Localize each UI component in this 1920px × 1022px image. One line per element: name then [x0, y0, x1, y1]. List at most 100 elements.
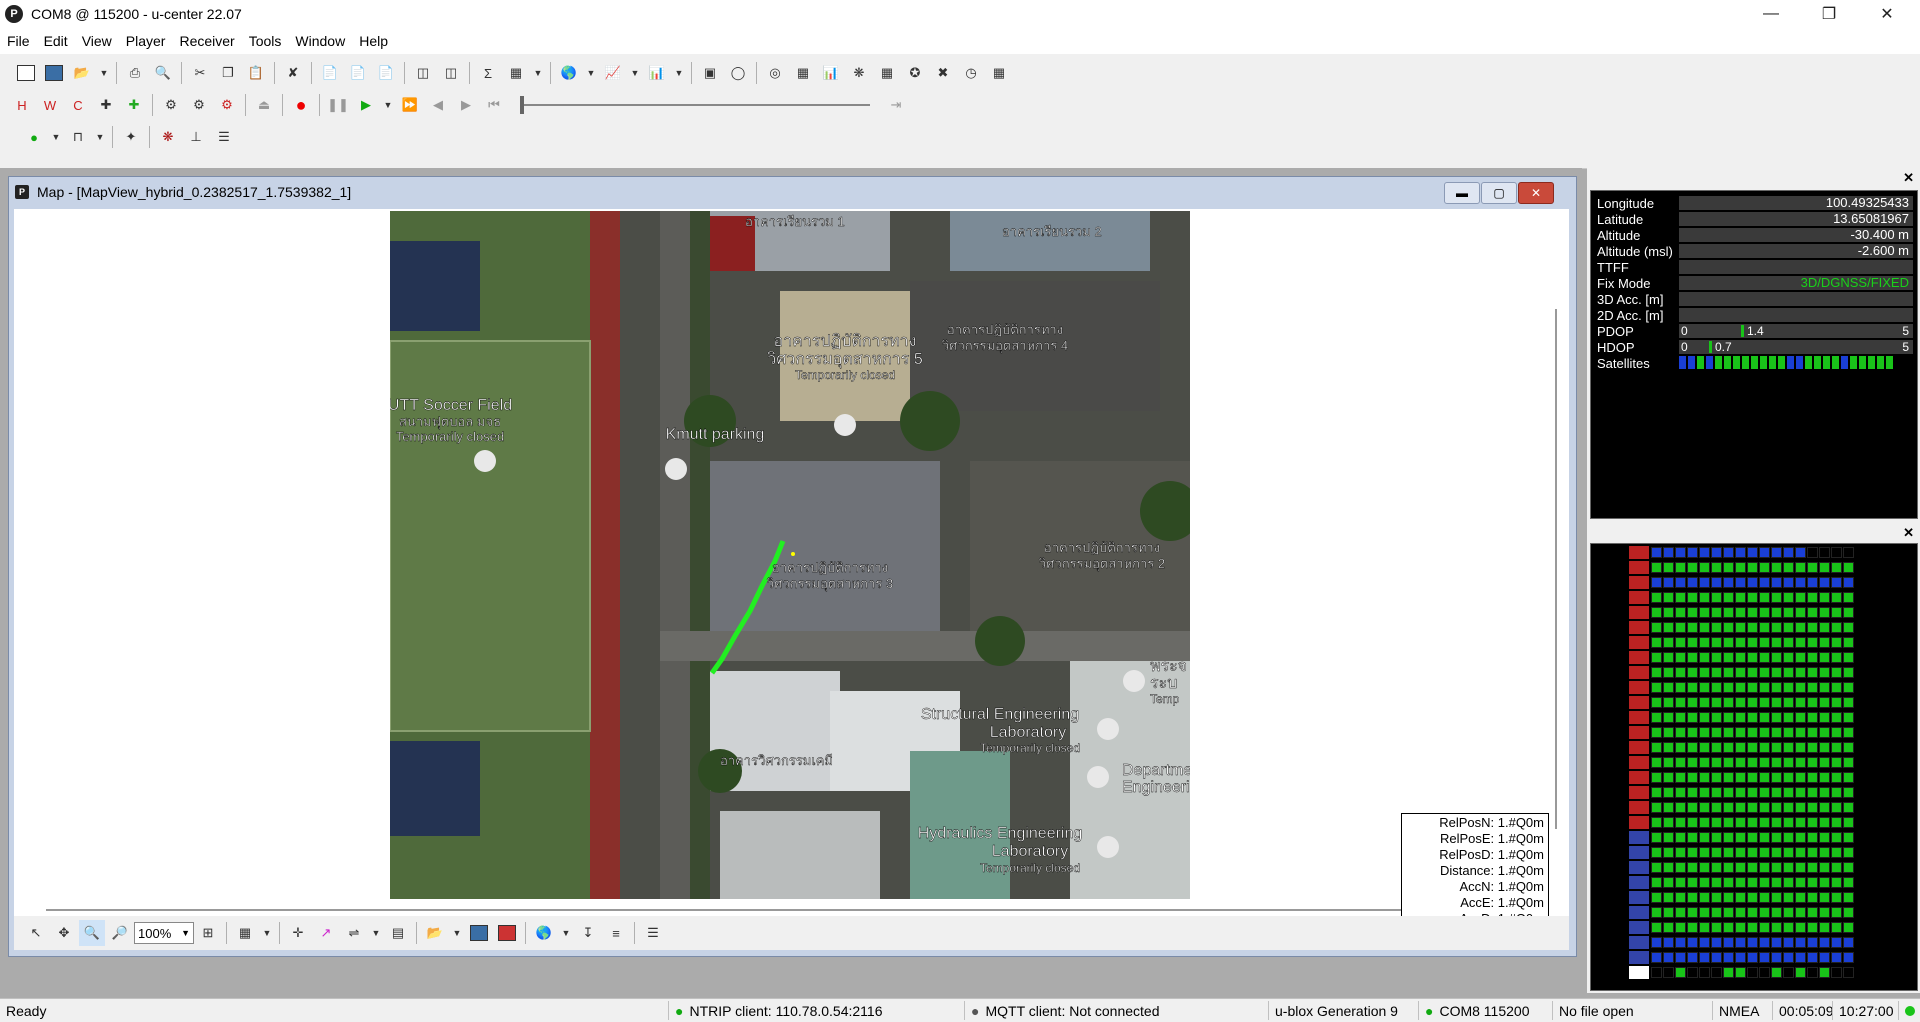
map-minimize-button[interactable]: ▬ — [1444, 182, 1480, 204]
sigma-icon[interactable]: Σ — [475, 60, 501, 86]
rewind-start-icon[interactable]: ⏮ — [481, 92, 507, 118]
map-source-icon[interactable]: 🌎 — [531, 920, 557, 946]
equalizer-icon[interactable]: ☰ — [640, 920, 666, 946]
skip-end-icon[interactable]: ⇥ — [883, 92, 909, 118]
menu-edit[interactable]: Edit — [37, 33, 75, 49]
gear-icon[interactable]: ⚙ — [214, 92, 240, 118]
map-close-button[interactable]: ✕ — [1518, 182, 1554, 204]
minimize-button[interactable]: — — [1742, 0, 1800, 28]
table-icon[interactable]: ▦ — [874, 60, 900, 86]
paste-icon[interactable]: 📋 — [243, 60, 269, 86]
antenna-icon[interactable]: ⊥ — [183, 124, 209, 150]
open-folder-icon[interactable]: 📂 — [69, 60, 95, 86]
horizontal-scrollbar[interactable] — [46, 909, 1536, 911]
poll-add-icon[interactable]: ✚ — [121, 92, 147, 118]
menu-tools[interactable]: Tools — [242, 33, 289, 49]
chevron-down-icon[interactable]: ▼ — [97, 60, 111, 86]
port-status[interactable]: ● COM8 115200 — [1418, 1001, 1550, 1020]
menu-view[interactable]: View — [75, 33, 119, 49]
chevron-down-icon[interactable]: ▼ — [672, 60, 686, 86]
auto-icon[interactable]: ↧ — [575, 920, 601, 946]
compass-icon[interactable]: ◯ — [725, 60, 751, 86]
satellite-map-image[interactable]: อาคารเรียนรวม 1 อาคารเรียนรวม 2 อาคารปฏิ… — [390, 211, 1190, 899]
star-icon[interactable]: ✪ — [902, 60, 928, 86]
cut-icon[interactable]: ✂ — [187, 60, 213, 86]
chevron-down-icon[interactable]: ▼ — [584, 60, 598, 86]
chevron-down-icon[interactable]: ▼ — [381, 92, 395, 118]
chevron-down-icon[interactable]: ▼ — [260, 920, 274, 946]
chevron-down-icon[interactable]: ▼ — [531, 60, 545, 86]
close-icon[interactable]: ✕ — [1903, 170, 1914, 186]
pause-icon[interactable]: ❚❚ — [325, 92, 351, 118]
location-pin-icon[interactable] — [474, 450, 496, 472]
vertical-scrollbar[interactable] — [1555, 309, 1557, 829]
map-view-icon[interactable]: 🌎 — [556, 60, 582, 86]
clock-icon[interactable]: ◷ — [958, 60, 984, 86]
show-icon[interactable]: ▤ — [385, 920, 411, 946]
zoom-select[interactable]: 100% ▼ — [134, 922, 194, 944]
cross-icon[interactable]: ✖ — [930, 60, 956, 86]
location-pin-icon[interactable] — [1123, 670, 1145, 692]
step-forward-icon[interactable]: ▶ — [453, 92, 479, 118]
new-file-icon[interactable] — [13, 60, 39, 86]
location-pin-icon[interactable] — [834, 414, 856, 436]
chevron-down-icon[interactable]: ▼ — [49, 124, 63, 150]
fast-forward-icon[interactable]: ⏩ — [397, 92, 423, 118]
zoom-in-icon[interactable]: 🔍 — [79, 920, 105, 946]
menu-help[interactable]: Help — [352, 33, 395, 49]
restore-button[interactable]: ❐ — [1800, 0, 1858, 28]
location-pin-icon[interactable] — [1087, 766, 1109, 788]
satellite-icon[interactable]: ❋ — [846, 60, 872, 86]
location-pin-icon[interactable] — [1097, 718, 1119, 740]
location-pin-icon[interactable] — [665, 458, 687, 480]
save-map-icon[interactable] — [466, 920, 492, 946]
chevron-down-icon[interactable]: ▼ — [628, 60, 642, 86]
chevron-down-icon[interactable]: ▼ — [369, 920, 383, 946]
set-icon[interactable]: ≡ — [603, 920, 629, 946]
hot-start-icon[interactable]: H — [9, 92, 35, 118]
save-icon[interactable] — [41, 60, 67, 86]
menu-player[interactable]: Player — [119, 33, 173, 49]
open-map-icon[interactable]: 📂 — [422, 920, 448, 946]
menu-file[interactable]: File — [0, 33, 37, 49]
record-icon[interactable]: ● — [288, 92, 314, 118]
play-icon[interactable]: ▶ — [353, 92, 379, 118]
map-icon[interactable]: ▦ — [790, 60, 816, 86]
location-pin-icon[interactable] — [1097, 836, 1119, 858]
map-settings-icon[interactable]: ▦ — [232, 920, 258, 946]
magic-wand-icon[interactable]: ✦ — [118, 124, 144, 150]
sky-view-icon[interactable]: ▣ — [697, 60, 723, 86]
signal-strength-icon[interactable]: 📊 — [818, 60, 844, 86]
speed-icon[interactable]: ⇌ — [341, 920, 367, 946]
slider-thumb[interactable] — [520, 96, 524, 114]
baudrate-icon[interactable]: ⊓ — [65, 124, 91, 150]
doc-icon[interactable]: 📄 — [373, 60, 399, 86]
connection-icon[interactable]: ● — [21, 124, 47, 150]
chart-view-icon[interactable]: 📈 — [600, 60, 626, 86]
cold-start-icon[interactable]: C — [65, 92, 91, 118]
mqtt-status[interactable]: ● MQTT client: Not connected — [964, 1001, 1260, 1020]
debug-bug-icon[interactable]: ❋ — [155, 124, 181, 150]
chevron-down-icon[interactable]: ▼ — [450, 920, 464, 946]
map-maximize-button[interactable]: ▢ — [1481, 182, 1517, 204]
pointer-icon[interactable]: ↖ — [23, 920, 49, 946]
menu-window[interactable]: Window — [288, 33, 352, 49]
doc-icon[interactable]: 📄 — [345, 60, 371, 86]
settings-icon[interactable]: ⚙ — [158, 92, 184, 118]
histogram-icon[interactable]: 📊 — [644, 60, 670, 86]
playback-slider[interactable] — [520, 96, 870, 114]
ntrip-status[interactable]: ● NTRIP client: 110.78.0.54:2116 — [668, 1001, 960, 1020]
pan-icon[interactable]: ✥ — [51, 920, 77, 946]
poll-icon[interactable]: ✚ — [93, 92, 119, 118]
menu-receiver[interactable]: Receiver — [172, 33, 241, 49]
deviation-icon[interactable]: ◎ — [762, 60, 788, 86]
chevron-down-icon[interactable]: ▼ — [559, 920, 573, 946]
equalizer-icon[interactable]: ☰ — [211, 124, 237, 150]
clear-icon[interactable]: ✘ — [280, 60, 306, 86]
print-icon[interactable]: ⎙ — [122, 60, 148, 86]
print-preview-icon[interactable]: 🔍 — [150, 60, 176, 86]
map-view[interactable]: อาคารเรียนรวม 1 อาคารเรียนรวม 2 อาคารปฏิ… — [14, 209, 1569, 926]
close-icon[interactable]: ✕ — [1903, 525, 1914, 541]
step-back-icon[interactable]: ◀ — [425, 92, 451, 118]
tile-vertical-icon[interactable]: ◫ — [410, 60, 436, 86]
